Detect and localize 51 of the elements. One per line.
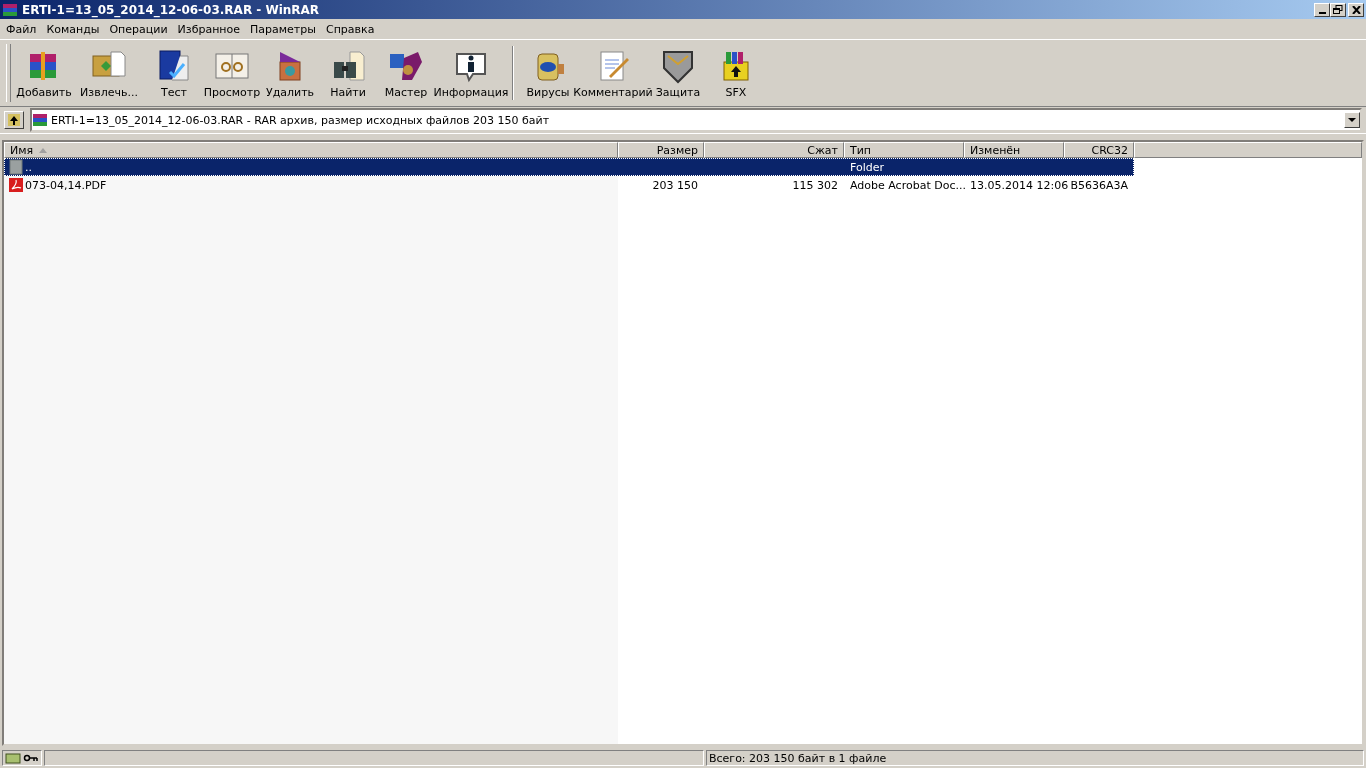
- table-cell: B5636A3A: [1070, 178, 1128, 192]
- pdf-icon: [8, 177, 24, 193]
- file-name: ..: [25, 160, 32, 174]
- toolbar-button[interactable]: Просмотр: [203, 42, 261, 104]
- table-cell: Adobe Acrobat Doc...: [850, 178, 966, 192]
- toolbar-button[interactable]: SFX: [707, 42, 765, 104]
- drive-key-icon: [5, 752, 39, 764]
- up-arrow-icon: [8, 114, 20, 126]
- toolbar-button[interactable]: Мастер: [377, 42, 435, 104]
- column-header[interactable]: Имя: [4, 142, 618, 158]
- file-name: 073-04,14.PDF: [25, 178, 107, 192]
- column-header[interactable]: Тип: [844, 142, 964, 158]
- column-header[interactable]: CRC32: [1064, 142, 1134, 158]
- toolbar-button[interactable]: Найти: [319, 42, 377, 104]
- status-text: Всего: 203 150 байт в 1 файле: [709, 751, 887, 765]
- menu-item[interactable]: Операции: [105, 22, 174, 36]
- minimize-button[interactable]: [1314, 2, 1330, 17]
- restore-button[interactable]: [1330, 2, 1346, 17]
- test-icon: [156, 47, 192, 84]
- menu-item[interactable]: Избранное: [173, 22, 247, 36]
- toolbar-button[interactable]: Извлечь...: [73, 42, 145, 104]
- table-cell: Folder: [850, 160, 884, 174]
- column-header[interactable]: Изменён: [964, 142, 1064, 158]
- close-button[interactable]: [1348, 2, 1364, 17]
- toolbar-button[interactable]: Тест: [145, 42, 203, 104]
- up-folder-button[interactable]: [4, 111, 24, 129]
- archive-icon: [32, 112, 48, 128]
- window-title: ERTI-1=13_05_2014_12-06-03.RAR - WinRAR: [22, 2, 321, 17]
- menu-item[interactable]: Команды: [42, 22, 106, 36]
- menu-item[interactable]: Параметры: [246, 22, 322, 36]
- file-row[interactable]: 073-04,14.PDF 203 150 115 302 Adobe Acrobat Doc... 13.05.2014 12:06 B5636A3A: [4, 176, 1362, 194]
- close-icon: [1351, 5, 1361, 14]
- dropdown-button[interactable]: [1344, 112, 1360, 128]
- toolbar-button[interactable]: Добавить: [15, 42, 73, 104]
- table-cell: 13.05.2014 12:06: [970, 178, 1069, 192]
- toolbar-button[interactable]: Информация: [435, 42, 507, 104]
- column-header[interactable]: Размер: [618, 142, 704, 158]
- restore-icon: [1333, 5, 1343, 14]
- caret-icon: [1348, 118, 1356, 122]
- table-cell: 115 302: [792, 178, 838, 192]
- menu-item[interactable]: Файл: [2, 22, 43, 36]
- toolbar-button[interactable]: Удалить: [261, 42, 319, 104]
- menu-item[interactable]: Справка: [321, 22, 381, 36]
- app-icon: [2, 1, 18, 18]
- table-cell: 203 150: [652, 178, 698, 192]
- column-header[interactable]: Сжат: [704, 142, 844, 158]
- folder-up-icon: [8, 159, 24, 175]
- path-field[interactable]: ERTI-1=13_05_2014_12-06-03.RAR - RAR архив, размер исходных файлов 203 150 байт: [30, 108, 1362, 132]
- file-row[interactable]: .. Folder: [4, 158, 1134, 176]
- sort-arrow-icon: [39, 147, 48, 153]
- minimize-icon: [1318, 11, 1326, 14]
